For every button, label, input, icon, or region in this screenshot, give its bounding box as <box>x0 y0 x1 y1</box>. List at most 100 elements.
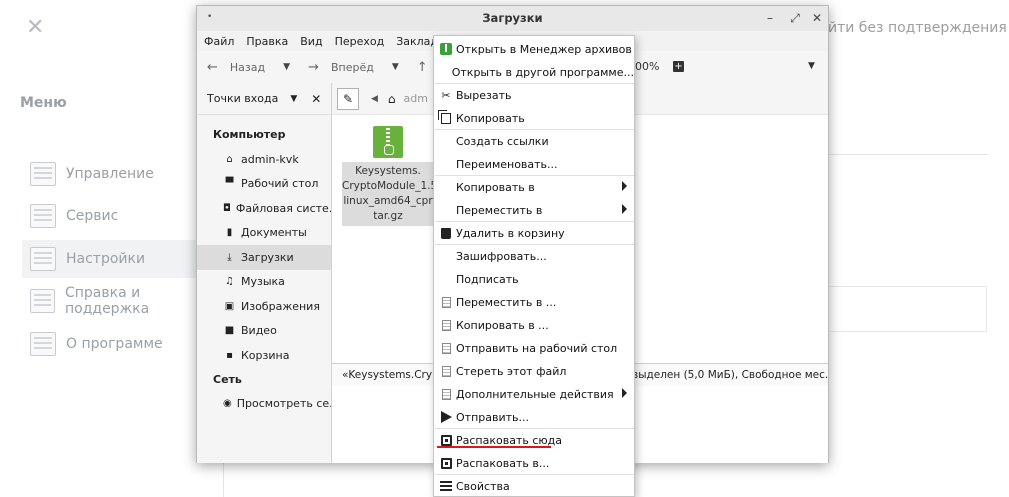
ctx-copy-to[interactable]: Копировать в <box>434 176 634 198</box>
ctx-move-to[interactable]: Переместить в <box>434 199 634 221</box>
menu-item-management[interactable]: Управление <box>22 155 222 193</box>
back-arrow-icon[interactable]: ← <box>207 60 218 75</box>
places-selector[interactable]: Точки входа <box>207 92 278 105</box>
sidebar-item-documents[interactable]: ▮ Документы <box>197 221 331 246</box>
chevron-down-icon[interactable]: ▼ <box>290 94 297 104</box>
menu-go[interactable]: Переход <box>335 35 385 48</box>
ctx-label: Дополнительные действия <box>456 387 614 401</box>
close-icon[interactable]: ✕ <box>26 17 46 39</box>
divider <box>830 154 988 155</box>
forward-button[interactable]: Вперёд <box>331 61 374 74</box>
settings-icon <box>30 247 56 271</box>
close-sidebar-icon[interactable]: ✕ <box>311 92 321 106</box>
ctx-create-link[interactable]: Создать ссылки <box>434 130 634 152</box>
sidebar-item-home[interactable]: ⌂ admin-kvk <box>197 147 331 172</box>
menu-file[interactable]: Файл <box>204 35 234 48</box>
chevron-left-icon[interactable]: ◀ <box>371 94 378 104</box>
ctx-open-archive-manager[interactable]: Открыть в Менеджер архивов <box>434 38 634 60</box>
sidebar-section-network: Сеть <box>213 372 242 386</box>
desktop-icon: ▀ <box>225 178 234 190</box>
menu-view[interactable]: Вид <box>300 35 322 48</box>
ctx-label: Распаковать в... <box>456 456 550 470</box>
sidebar-item-trash[interactable]: ▪ Корзина <box>197 343 331 368</box>
drive-icon: ◘ <box>223 202 231 214</box>
up-arrow-icon[interactable]: ↑ <box>417 60 428 75</box>
home-icon[interactable]: ⌂ <box>388 92 396 106</box>
ctx-rename[interactable]: Переименовать... <box>434 153 634 175</box>
status-text-right: выделен (5,0 МиБ), Свободное мес... <box>632 369 828 381</box>
ctx-extract-to[interactable]: Распаковать в... <box>434 452 634 474</box>
sidebar-section-computer: Компьютер <box>213 128 286 141</box>
archive-file-icon <box>373 126 403 158</box>
forward-arrow-icon[interactable]: → <box>308 60 319 75</box>
documents-icon: ▮ <box>226 227 233 239</box>
divider <box>223 460 224 497</box>
breadcrumb[interactable]: adm <box>404 92 428 105</box>
management-icon <box>30 162 56 186</box>
ctx-label: Переместить в <box>456 203 543 217</box>
context-menu: Открыть в Менеджер архивов Открыть в дру… <box>433 35 635 497</box>
menu-item-help[interactable]: Справка и поддержка <box>22 282 222 320</box>
document-icon <box>439 341 453 355</box>
sidebar-item-music[interactable]: ♫ Музыка <box>197 270 331 295</box>
info-icon <box>30 332 56 356</box>
ctx-additional-actions[interactable]: Дополнительные действия <box>434 383 634 405</box>
sidebar-item-label: Видео <box>241 324 277 338</box>
ctx-shred-file[interactable]: Стереть этот файл <box>434 360 634 382</box>
menu-edit[interactable]: Правка <box>246 35 288 48</box>
sidebar-item-video[interactable]: ■ Видео <box>197 319 331 344</box>
minimize-icon[interactable]: – <box>762 10 778 26</box>
sidebar-item-label: admin-kvk <box>241 152 299 166</box>
document-icon <box>439 318 453 332</box>
sidebar-item-label: Загрузки <box>241 250 294 264</box>
edit-path-button[interactable]: ✎ <box>337 87 359 110</box>
blank-icon <box>439 203 453 217</box>
sidebar-item-desktop[interactable]: ▀ Рабочий стол <box>197 172 331 197</box>
view-options-dropdown-icon[interactable]: ▼ <box>808 61 815 71</box>
ctx-move-to-trash[interactable]: Удалить в корзину <box>434 222 634 244</box>
ctx-label: Переименовать... <box>456 157 558 171</box>
menu-item-service[interactable]: Сервис <box>22 197 222 235</box>
ctx-cut[interactable]: ✂ Вырезать <box>434 84 634 106</box>
ctx-move-to-script[interactable]: Переместить в ... <box>434 291 634 313</box>
ctx-copy[interactable]: Копировать <box>434 107 634 129</box>
ctx-sign[interactable]: Подписать <box>434 268 634 290</box>
zoom-level: 00% <box>635 60 660 73</box>
scissors-icon: ✂ <box>441 88 451 102</box>
network-icon: ◉ <box>223 398 232 410</box>
sidebar-item-images[interactable]: ▣ Изображения <box>197 294 331 319</box>
ctx-open-other-program[interactable]: Открыть в другой программе... <box>434 61 634 83</box>
sidebar-item-filesystem[interactable]: ◘ Файловая систе... <box>197 196 331 221</box>
title-bar[interactable]: • Загрузки – ⤢ ✕ <box>197 6 828 31</box>
sidebar-item-label: Рабочий стол <box>241 177 319 191</box>
send-icon <box>439 410 453 424</box>
sidebar-item-label: Документы <box>241 226 307 240</box>
zoom-in-icon[interactable]: + <box>673 61 684 72</box>
back-button[interactable]: Назад <box>230 61 265 74</box>
home-icon: ⌂ <box>226 153 233 165</box>
sidebar: Точки входа ▼ ✕ Компьютер ⌂ admin-kvk ▀ Ра… <box>197 83 332 463</box>
back-dropdown-icon[interactable]: ▼ <box>283 62 290 72</box>
window-title: Загрузки <box>482 11 543 25</box>
menu-item-settings[interactable]: Настройки <box>22 240 222 278</box>
ctx-label: Отправить на рабочий стол <box>456 341 618 355</box>
ctx-label: Переместить в ... <box>456 295 557 309</box>
file-item[interactable]: Keysystems. CryptoModule_1.5 linux_amd64… <box>342 126 437 226</box>
ctx-send[interactable]: Отправить... <box>434 406 634 428</box>
blank-icon <box>439 272 453 286</box>
sidebar-item-downloads[interactable]: ⤓ Загрузки <box>197 245 331 270</box>
ctx-label: Открыть в Менеджер архивов <box>456 42 632 56</box>
ctx-encrypt[interactable]: Зашифровать... <box>434 245 634 267</box>
maximize-icon[interactable]: ⤢ <box>787 10 803 26</box>
sidebar-item-network[interactable]: ◉ Просмотреть се... <box>197 392 331 417</box>
ctx-label: Открыть в другой программе... <box>451 65 634 79</box>
archive-manager-icon <box>439 42 453 56</box>
menu-item-about[interactable]: О программе <box>22 325 222 363</box>
ctx-copy-to-script[interactable]: Копировать в ... <box>434 314 634 336</box>
close-icon[interactable]: ✕ <box>809 10 825 26</box>
red-underline-annotation <box>437 446 551 448</box>
submenu-arrow-icon <box>622 204 627 214</box>
ctx-send-to-desktop[interactable]: Отправить на рабочий стол <box>434 337 634 359</box>
ctx-properties[interactable]: Свойства <box>434 475 634 497</box>
forward-dropdown-icon[interactable]: ▼ <box>392 62 399 72</box>
